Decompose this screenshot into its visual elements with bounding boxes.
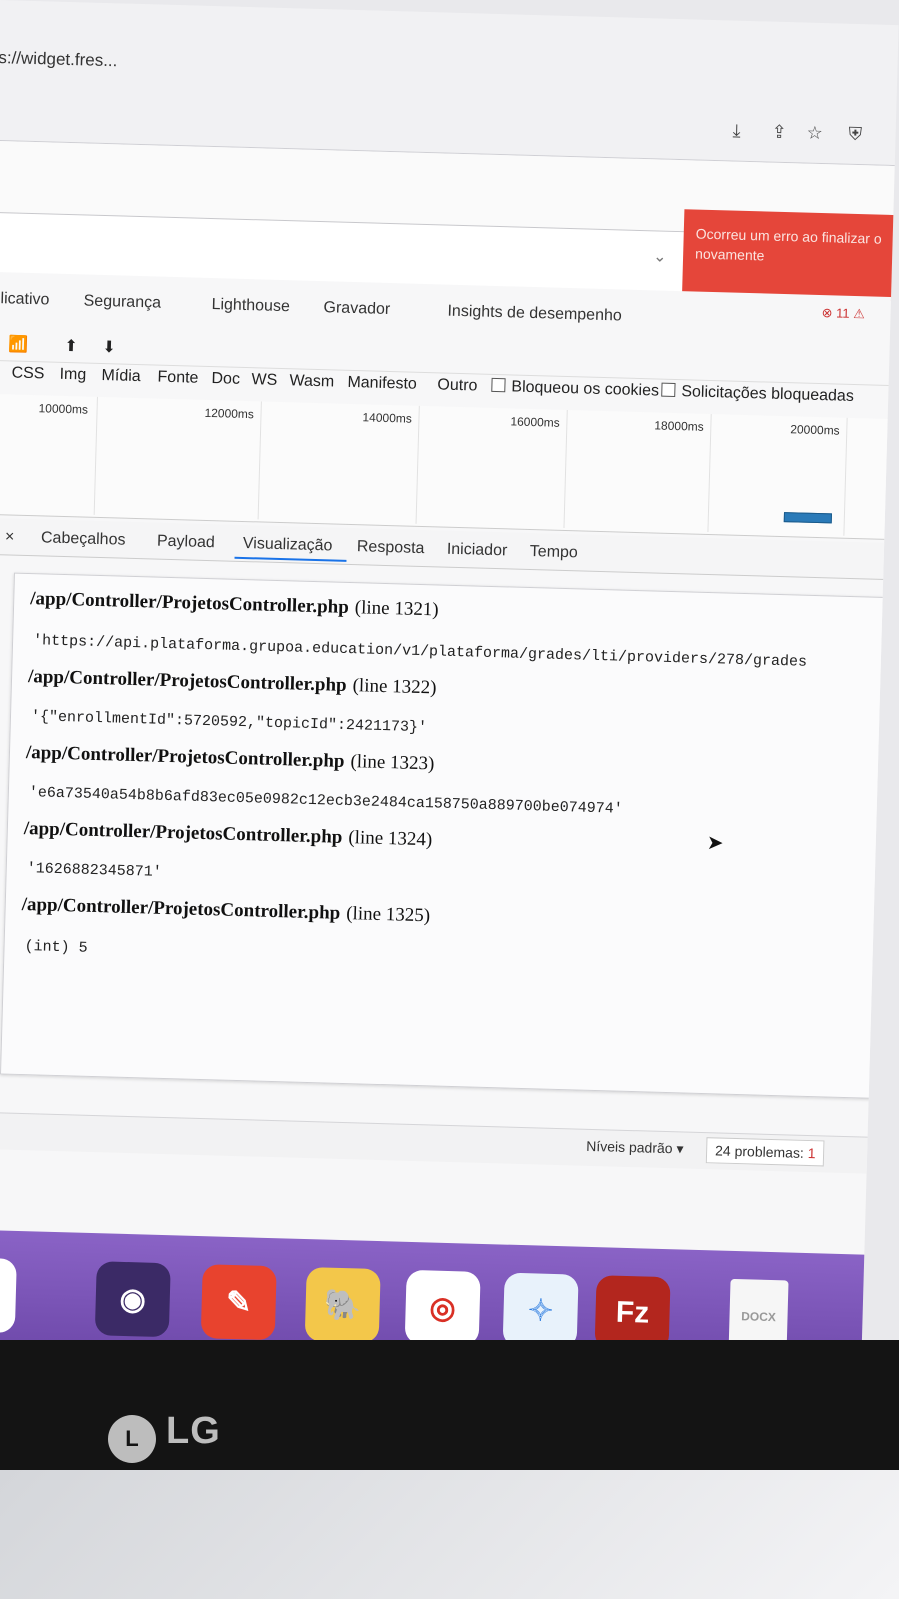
file-path: /app/Controller/ProjetosController.php bbox=[25, 742, 345, 772]
network-timeline[interactable]: 10000ms 12000ms 14000ms 16000ms 18000ms … bbox=[0, 393, 899, 542]
debug-entry-header: /app/Controller/ProjetosController.php (l… bbox=[26, 742, 435, 775]
filter-other[interactable]: Outro bbox=[437, 376, 477, 395]
debug-entry-header: /app/Controller/ProjetosController.php (l… bbox=[21, 894, 430, 927]
upload-icon[interactable]: ⬆ bbox=[64, 336, 78, 356]
debug-value: '1626882345871' bbox=[26, 860, 162, 881]
download-icon[interactable]: ⤓ bbox=[732, 121, 741, 142]
error-count-badge[interactable]: ⊗ 11 ⚠ bbox=[821, 305, 865, 322]
file-path: /app/Controller/ProjetosController.php bbox=[23, 817, 343, 848]
devtools-panel: plicativo Segurança Lighthouse Gravador … bbox=[0, 271, 899, 1299]
timeline-tick: 18000ms bbox=[654, 418, 704, 434]
url-text[interactable]: s://widget.fres... bbox=[0, 48, 118, 71]
download-arrow-icon[interactable]: ⬇ bbox=[102, 337, 116, 357]
request-timing-bar[interactable] bbox=[783, 512, 832, 524]
debug-entry-header: /app/Controller/ProjetosController.php (l… bbox=[28, 666, 437, 699]
filter-doc[interactable]: Doc bbox=[211, 370, 240, 389]
tab-payload[interactable]: Payload bbox=[157, 533, 215, 553]
close-icon[interactable]: × bbox=[5, 528, 15, 546]
tab-performance-insights[interactable]: Insights de desempenho bbox=[447, 303, 622, 326]
mouse-cursor-icon: ➤ bbox=[706, 832, 724, 855]
active-tab-indicator bbox=[234, 556, 347, 562]
blocked-requests-checkbox[interactable]: Solicitações bloqueadas bbox=[661, 382, 855, 406]
timeline-tick: 14000ms bbox=[362, 410, 413, 426]
line-number: (line 1325) bbox=[345, 903, 431, 927]
filter-wasm[interactable]: Wasm bbox=[289, 372, 334, 391]
problems-label: 24 problemas: bbox=[714, 1142, 805, 1161]
tab-preview[interactable]: Visualização bbox=[243, 535, 333, 555]
response-preview: /app/Controller/ProjetosController.php (l… bbox=[0, 572, 899, 1100]
browser-toolbar: s://widget.fres... ⤓ ⇪ ☆ ⛨ bbox=[0, 0, 899, 168]
debug-value: '{"enrollmentId":5720592,"topicId":24211… bbox=[30, 708, 428, 737]
tab-timing[interactable]: Tempo bbox=[530, 543, 578, 562]
lg-logo-icon: L bbox=[108, 1415, 156, 1463]
blocked-cookies-label: Bloqueou os cookies bbox=[511, 378, 660, 400]
debug-entry-header: /app/Controller/ProjetosController.php (l… bbox=[30, 588, 439, 621]
file-path: /app/Controller/ProjetosController.php bbox=[30, 588, 350, 618]
file-path: /app/Controller/ProjetosController.php bbox=[21, 893, 341, 924]
line-number: (line 1322) bbox=[352, 675, 437, 699]
star-icon[interactable]: ☆ bbox=[806, 123, 823, 144]
timeline-tick: 16000ms bbox=[510, 414, 560, 430]
blocked-requests-label: Solicitações bloqueadas bbox=[681, 383, 855, 405]
error-toast: Ocorreu um erro ao finalizar o novamente bbox=[682, 209, 899, 303]
line-number: (line 1321) bbox=[354, 597, 439, 621]
blocked-cookies-checkbox[interactable]: Bloqueou os cookies bbox=[491, 377, 660, 401]
console-status-bar: Níveis padrão ▾ 24 problemas: 1 bbox=[0, 1111, 899, 1176]
vscode-icon[interactable]: ⟨ bbox=[0, 1256, 17, 1333]
filter-img[interactable]: Img bbox=[59, 366, 86, 385]
chevron-down-icon[interactable]: ⌄ bbox=[653, 246, 667, 266]
timeline-tick: 12000ms bbox=[204, 405, 255, 422]
tab-security[interactable]: Segurança bbox=[83, 292, 161, 312]
line-number: (line 1323) bbox=[350, 751, 435, 775]
timeline-tick: 10000ms bbox=[38, 401, 89, 417]
timeline-tick: 20000ms bbox=[790, 422, 840, 438]
debug-value: (int) 5 bbox=[24, 938, 88, 957]
error-count: 11 bbox=[835, 305, 850, 321]
problems-button[interactable]: 24 problemas: 1 bbox=[705, 1137, 825, 1167]
chrome-icon[interactable]: ◎ bbox=[404, 1269, 481, 1346]
problems-count: 1 bbox=[807, 1145, 816, 1162]
shield-icon[interactable]: ⛨ bbox=[848, 124, 862, 145]
desk-surface bbox=[0, 1470, 899, 1599]
log-levels-dropdown[interactable]: Níveis padrão ▾ bbox=[586, 1138, 684, 1158]
filter-ws[interactable]: WS bbox=[251, 371, 277, 390]
screen: s://widget.fres... ⤓ ⇪ ☆ ⛨ ⌄ Ocorreu um … bbox=[0, 0, 899, 1415]
file-path: /app/Controller/ProjetosController.php bbox=[27, 666, 347, 696]
postman-icon[interactable]: ✎ bbox=[200, 1264, 277, 1341]
debug-value: 'https://api.plataforma.grupoa.education… bbox=[32, 632, 808, 671]
filter-font[interactable]: Fonte bbox=[157, 369, 198, 388]
wifi-throttle-icon[interactable]: 📶 bbox=[8, 334, 28, 355]
filter-css[interactable]: CSS bbox=[11, 364, 44, 383]
tab-recorder[interactable]: Gravador bbox=[323, 299, 390, 319]
safari-icon[interactable]: ✧ bbox=[502, 1272, 579, 1349]
tab-initiator[interactable]: Iniciador bbox=[447, 541, 508, 561]
tab-application[interactable]: plicativo bbox=[0, 290, 50, 310]
tab-response[interactable]: Resposta bbox=[357, 538, 425, 558]
share-icon[interactable]: ⇪ bbox=[771, 122, 787, 143]
filter-manifest[interactable]: Manifesto bbox=[347, 374, 417, 394]
filter-js[interactable]: S bbox=[0, 364, 1, 382]
tab-lighthouse[interactable]: Lighthouse bbox=[211, 296, 290, 316]
debug-value: 'e6a73540a54b8b6afd83ec05e0982c12ecb3e24… bbox=[28, 784, 623, 818]
monitor-brand: LG bbox=[166, 1410, 221, 1452]
line-number: (line 1324) bbox=[348, 827, 433, 851]
github-desktop-icon[interactable]: ◉ bbox=[94, 1261, 171, 1338]
filter-media[interactable]: Mídia bbox=[101, 367, 141, 386]
tableplus-icon[interactable]: 🐘 bbox=[304, 1267, 381, 1344]
tab-headers[interactable]: Cabeçalhos bbox=[41, 529, 126, 549]
debug-entry-header: /app/Controller/ProjetosController.php (l… bbox=[24, 818, 433, 851]
